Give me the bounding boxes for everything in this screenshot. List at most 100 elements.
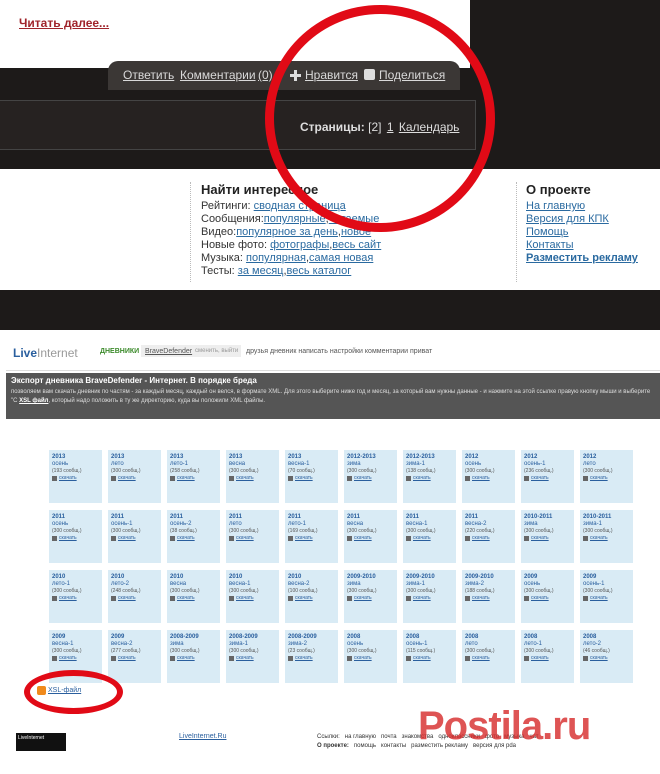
- download-link[interactable]: скачать: [347, 535, 394, 542]
- export-period-cell[interactable]: 2011 весна (300 сообщ.) скачать: [344, 510, 397, 563]
- download-link[interactable]: скачать: [465, 595, 512, 602]
- tests-month-link[interactable]: за месяц: [238, 265, 284, 277]
- photographers-link[interactable]: фотографы: [270, 239, 329, 251]
- footer-link[interactable]: контакты: [381, 743, 406, 749]
- download-link[interactable]: скачать: [288, 655, 335, 662]
- export-period-cell[interactable]: 2008 лето (300 сообщ.) скачать: [462, 630, 515, 683]
- export-period-cell[interactable]: 2008-2009 зима-1 (300 сообщ.) скачать: [226, 630, 279, 683]
- download-link[interactable]: скачать: [111, 475, 158, 482]
- export-period-cell[interactable]: 2011 лето (300 сообщ.) скачать: [226, 510, 279, 563]
- download-link[interactable]: скачать: [229, 475, 276, 482]
- export-period-cell[interactable]: 2012 осень (300 сообщ.) скачать: [462, 450, 515, 503]
- download-link[interactable]: скачать: [52, 655, 99, 662]
- tests-catalog-link[interactable]: весь каталог: [287, 265, 352, 277]
- download-link[interactable]: скачать: [524, 475, 571, 482]
- download-link[interactable]: скачать: [583, 655, 630, 662]
- download-link[interactable]: скачать: [347, 475, 394, 482]
- export-period-cell[interactable]: 2011 лето-1 (169 сообщ.) скачать: [285, 510, 338, 563]
- download-link[interactable]: скачать: [465, 655, 512, 662]
- download-link[interactable]: скачать: [524, 595, 571, 602]
- download-link[interactable]: скачать: [52, 595, 99, 602]
- download-link[interactable]: скачать: [170, 535, 217, 542]
- download-link[interactable]: скачать: [111, 655, 158, 662]
- video-popular-link[interactable]: популярное за день: [236, 226, 338, 238]
- export-period-cell[interactable]: 2008-2009 зима (300 сообщ.) скачать: [167, 630, 220, 683]
- footer-link[interactable]: помощь: [354, 743, 376, 749]
- read-more-link[interactable]: Читать далее...: [19, 16, 109, 30]
- download-link[interactable]: скачать: [583, 595, 630, 602]
- music-newest-link[interactable]: самая новая: [309, 252, 373, 264]
- export-period-cell[interactable]: 2009 весна-2 (277 сообщ.) скачать: [108, 630, 161, 683]
- download-link[interactable]: скачать: [524, 655, 571, 662]
- about-home-link[interactable]: На главную: [526, 200, 656, 213]
- download-link[interactable]: скачать: [406, 655, 453, 662]
- export-period-cell[interactable]: 2011 осень-2 (38 сообщ.) скачать: [167, 510, 220, 563]
- export-period-cell[interactable]: 2010-2011 зима (300 сообщ.) скачать: [521, 510, 574, 563]
- nav-diaries[interactable]: ДНЕВНИКИ: [100, 348, 139, 355]
- export-period-cell[interactable]: 2009-2010 зима-2 (188 сообщ.) скачать: [462, 570, 515, 623]
- export-period-cell[interactable]: 2008 осень (300 сообщ.) скачать: [344, 630, 397, 683]
- download-link[interactable]: скачать: [170, 475, 217, 482]
- export-period-cell[interactable]: 2012-2013 зима (300 сообщ.) скачать: [344, 450, 397, 503]
- download-link[interactable]: скачать: [52, 535, 99, 542]
- export-period-cell[interactable]: 2009 осень-1 (300 сообщ.) скачать: [580, 570, 633, 623]
- download-link[interactable]: скачать: [170, 655, 217, 662]
- about-ads-link[interactable]: Разместить рекламу: [526, 252, 656, 265]
- reply-link[interactable]: Ответить: [123, 68, 174, 82]
- music-popular-link[interactable]: популярная: [246, 252, 306, 264]
- export-period-cell[interactable]: 2013 весна-1 (70 сообщ.) скачать: [285, 450, 338, 503]
- download-link[interactable]: скачать: [406, 475, 453, 482]
- export-period-cell[interactable]: 2013 осень (193 сообщ.) скачать: [49, 450, 102, 503]
- download-link[interactable]: скачать: [52, 475, 99, 482]
- download-link[interactable]: скачать: [583, 475, 630, 482]
- download-link[interactable]: скачать: [229, 655, 276, 662]
- export-period-cell[interactable]: 2012-2013 зима-1 (138 сообщ.) скачать: [403, 450, 456, 503]
- export-period-cell[interactable]: 2011 осень-1 (300 сообщ.) скачать: [108, 510, 161, 563]
- export-period-cell[interactable]: 2012 осень-1 (236 сообщ.) скачать: [521, 450, 574, 503]
- nav-user-link[interactable]: BraveDefender: [145, 348, 192, 355]
- export-period-cell[interactable]: 2013 весна (300 сообщ.) скачать: [226, 450, 279, 503]
- download-link[interactable]: скачать: [111, 535, 158, 542]
- footer-link[interactable]: почта: [381, 734, 397, 740]
- export-period-cell[interactable]: 2010 весна (300 сообщ.) скачать: [167, 570, 220, 623]
- about-contacts-link[interactable]: Контакты: [526, 239, 656, 252]
- download-link[interactable]: скачать: [347, 655, 394, 662]
- export-period-cell[interactable]: 2010 лето-2 (248 сообщ.) скачать: [108, 570, 161, 623]
- export-period-cell[interactable]: 2009-2010 зима-1 (300 сообщ.) скачать: [403, 570, 456, 623]
- export-period-cell[interactable]: 2010 весна-2 (100 сообщ.) скачать: [285, 570, 338, 623]
- export-period-cell[interactable]: 2010-2011 зима-1 (300 сообщ.) скачать: [580, 510, 633, 563]
- download-link[interactable]: скачать: [406, 595, 453, 602]
- download-link[interactable]: скачать: [347, 595, 394, 602]
- liveinternet-logo[interactable]: LiveInternet: [13, 346, 78, 360]
- download-link[interactable]: скачать: [406, 535, 453, 542]
- export-period-cell[interactable]: 2008 лето-2 (46 сообщ.) скачать: [580, 630, 633, 683]
- download-link[interactable]: скачать: [465, 535, 512, 542]
- export-period-cell[interactable]: 2012 лето (300 сообщ.) скачать: [580, 450, 633, 503]
- download-link[interactable]: скачать: [111, 595, 158, 602]
- nav-exit-link[interactable]: сменить, выйти: [195, 348, 238, 354]
- about-pda-link[interactable]: Версия для КПК: [526, 213, 656, 226]
- xsl-file-link[interactable]: XSL файл: [19, 398, 48, 404]
- export-period-cell[interactable]: 2009 осень (300 сообщ.) скачать: [521, 570, 574, 623]
- export-period-cell[interactable]: 2010 лето-1 (300 сообщ.) скачать: [49, 570, 102, 623]
- download-link[interactable]: скачать: [524, 535, 571, 542]
- export-period-cell[interactable]: 2011 осень (300 сообщ.) скачать: [49, 510, 102, 563]
- export-period-cell[interactable]: 2011 весна-1 (300 сообщ.) скачать: [403, 510, 456, 563]
- download-link[interactable]: скачать: [583, 535, 630, 542]
- export-period-cell[interactable]: 2009-2010 зима (300 сообщ.) скачать: [344, 570, 397, 623]
- export-period-cell[interactable]: 2008 осень-1 (115 сообщ.) скачать: [403, 630, 456, 683]
- export-period-cell[interactable]: 2013 лето-1 (258 сообщ.) скачать: [167, 450, 220, 503]
- export-period-cell[interactable]: 2010 весна-1 (300 сообщ.) скачать: [226, 570, 279, 623]
- whole-site-link[interactable]: весь сайт: [332, 239, 381, 251]
- export-period-cell[interactable]: 2008-2009 зима-2 (23 сообщ.) скачать: [285, 630, 338, 683]
- download-link[interactable]: скачать: [170, 595, 217, 602]
- download-link[interactable]: скачать: [229, 535, 276, 542]
- download-link[interactable]: скачать: [288, 535, 335, 542]
- download-link[interactable]: скачать: [465, 475, 512, 482]
- comments-link[interactable]: Комментарии: [180, 68, 256, 82]
- export-period-cell[interactable]: 2013 лето (300 сообщ.) скачать: [108, 450, 161, 503]
- download-link[interactable]: скачать: [288, 475, 335, 482]
- footer-link[interactable]: на главную: [345, 734, 376, 740]
- nav-links[interactable]: друзья дневник написать настройки коммен…: [246, 348, 432, 355]
- export-period-cell[interactable]: 2011 весна-2 (220 сообщ.) скачать: [462, 510, 515, 563]
